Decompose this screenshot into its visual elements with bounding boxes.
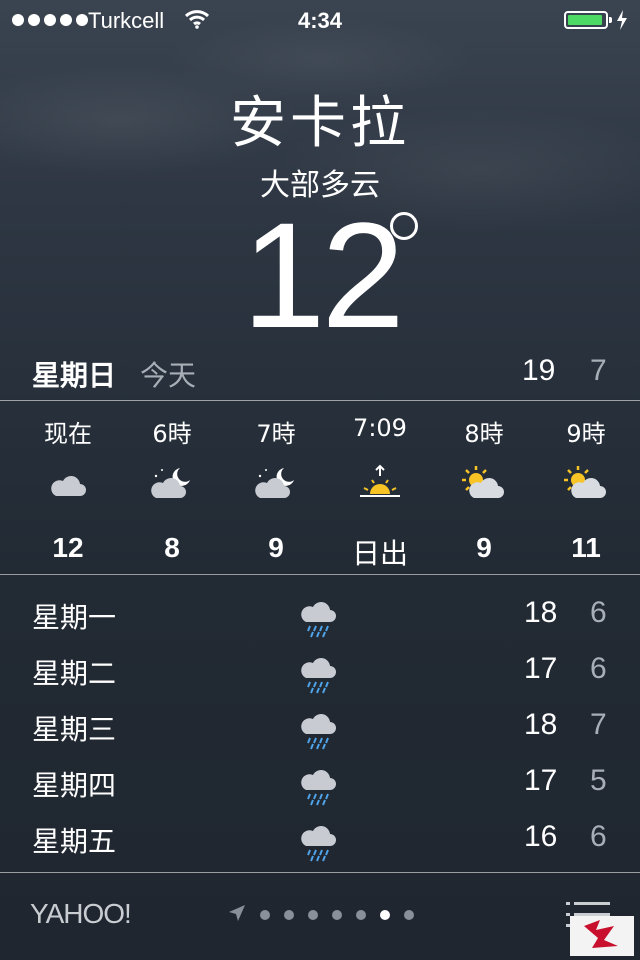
hour-label: 9時	[566, 420, 606, 448]
yahoo-logo[interactable]: YAHOO!	[30, 898, 132, 930]
page-dot[interactable]	[260, 910, 270, 920]
hour-value: 9	[476, 532, 492, 563]
forecast-day: 星期一	[32, 601, 117, 634]
hour-item: 现在 12	[16, 402, 120, 574]
sun-cloud-icon	[432, 464, 536, 504]
battery-icon	[564, 11, 612, 29]
divider	[0, 872, 640, 873]
today-day: 星期日	[32, 359, 117, 392]
sun-cloud-icon	[534, 464, 638, 504]
forecast-row: 星期五 16 6	[0, 812, 640, 868]
forecast-low: 6	[590, 652, 607, 685]
hour-item: 7時 9	[224, 402, 328, 574]
status-bar: Turkcell 4:34	[0, 0, 640, 40]
watermark-logo	[570, 916, 634, 956]
today-low: 7	[590, 354, 607, 387]
hour-label: 6時	[152, 420, 192, 448]
forecast-high: 17	[524, 652, 558, 685]
divider	[0, 574, 640, 575]
hour-value: 日出	[351, 537, 408, 570]
forecast-high: 18	[524, 708, 558, 741]
sunrise-icon	[328, 464, 432, 504]
page-dot[interactable]	[308, 910, 318, 920]
cloud-icon	[16, 464, 120, 504]
rain-cloud-icon	[300, 594, 340, 642]
forecast-row: 星期四 17 5	[0, 756, 640, 812]
forecast-day: 星期二	[32, 657, 117, 690]
today-high: 19	[522, 354, 556, 387]
hour-value: 11	[571, 532, 601, 563]
charging-icon	[616, 10, 628, 36]
hour-label: 现在	[44, 420, 92, 448]
forecast-high: 17	[524, 764, 558, 797]
page-dot[interactable]	[284, 910, 294, 920]
rain-cloud-icon	[300, 706, 340, 754]
forecast-row: 星期三 18 7	[0, 700, 640, 756]
forecast-day: 星期三	[32, 713, 117, 746]
night-cloud-icon	[120, 464, 224, 504]
hour-item: 6時 8	[120, 402, 224, 574]
degree-symbol	[390, 212, 418, 240]
forecast-low: 7	[590, 708, 607, 741]
night-cloud-icon	[224, 464, 328, 504]
hour-item: 7:09 日出	[328, 402, 432, 574]
forecast-row: 星期一 18 6	[0, 588, 640, 644]
rain-cloud-icon	[300, 818, 340, 866]
status-time: 4:34	[297, 8, 343, 33]
hour-label: 8時	[464, 420, 504, 448]
hour-item: 8時 9	[432, 402, 536, 574]
forecast-low: 5	[590, 764, 607, 797]
page-dot[interactable]	[380, 910, 390, 920]
city-name: 安卡拉	[230, 91, 410, 156]
page-dot[interactable]	[404, 910, 414, 920]
page-dot[interactable]	[356, 910, 366, 920]
today-summary: 星期日 今天 19 7	[0, 350, 640, 394]
location-arrow-icon	[228, 904, 246, 926]
hour-value: 12	[52, 532, 84, 563]
hour-item: 9時 11	[534, 402, 638, 574]
forecast-high: 16	[524, 820, 558, 853]
page-indicator[interactable]	[228, 904, 414, 926]
hour-value: 8	[164, 532, 180, 563]
hourly-forecast[interactable]: 现在 12 6時 8 7時 9 7:09 日出 8時 9 9時 11	[0, 402, 640, 574]
forecast-day: 星期四	[32, 769, 117, 802]
page-dot[interactable]	[332, 910, 342, 920]
forecast-high: 18	[524, 596, 558, 629]
hour-label: 7:09	[353, 414, 407, 442]
hour-value: 9	[268, 532, 284, 563]
divider	[0, 400, 640, 401]
forecast-day: 星期五	[32, 825, 117, 858]
rain-cloud-icon	[300, 650, 340, 698]
forecast-low: 6	[590, 820, 607, 853]
current-temperature: 12	[242, 191, 405, 359]
forecast-low: 6	[590, 596, 607, 629]
today-label: 今天	[140, 359, 197, 392]
hour-label: 7時	[256, 420, 296, 448]
rain-cloud-icon	[300, 762, 340, 810]
forecast-row: 星期二 17 6	[0, 644, 640, 700]
